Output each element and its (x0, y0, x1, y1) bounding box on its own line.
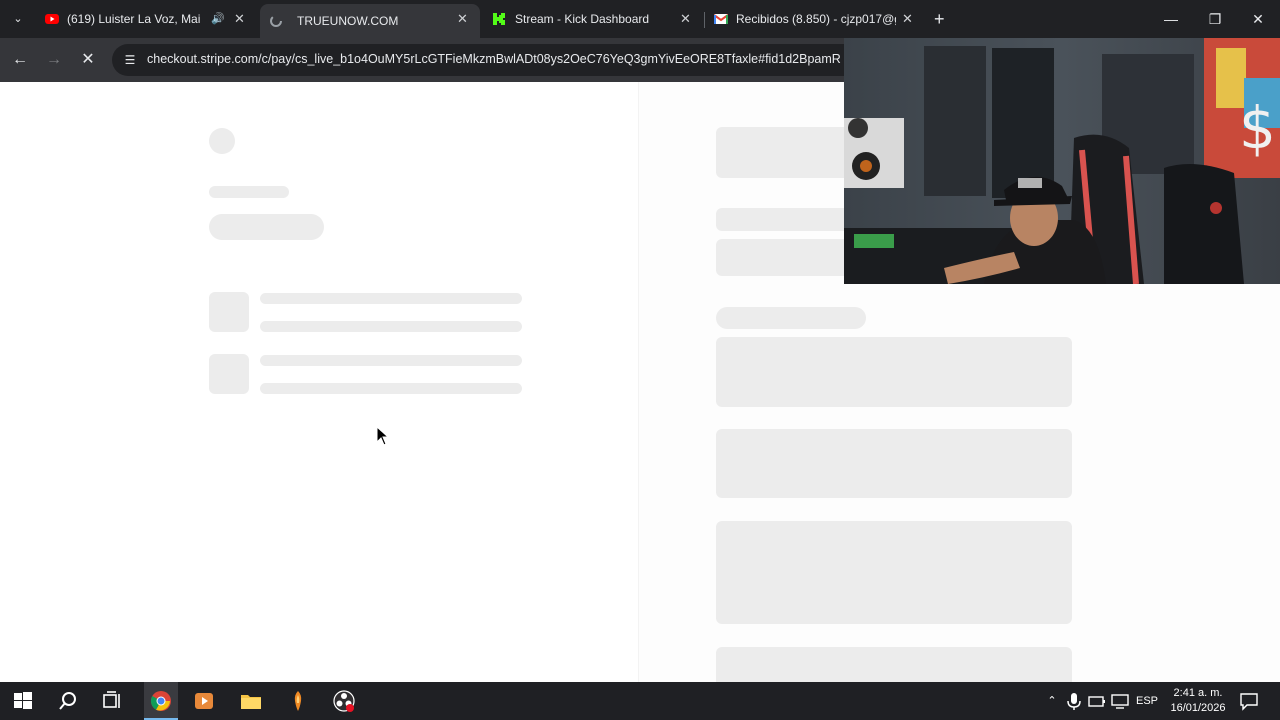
system-clock[interactable]: 2:41 a. m. 16/01/2026 (1166, 686, 1230, 716)
network-icon[interactable] (1110, 689, 1130, 713)
obs-icon[interactable] (332, 689, 356, 713)
youtube-icon (45, 14, 59, 24)
fl-studio-icon[interactable] (286, 689, 310, 713)
site-settings-icon[interactable]: ☰ (122, 52, 138, 68)
skeleton-price (209, 214, 324, 240)
tab-title: Stream - Kick Dashboard (515, 12, 650, 26)
skeleton-logo (209, 128, 235, 154)
tab-title: (619) Luister La Voz, Maikol (67, 12, 201, 26)
speaker-icon[interactable]: 🔊 (211, 12, 225, 25)
tab-title: Recibidos (8.850) - cjzp017@gm (736, 12, 896, 26)
battery-icon[interactable] (1087, 689, 1107, 713)
windows-taskbar: ⌃ ESP 2:41 a. m. 16/01/2026 (0, 682, 1280, 720)
browser-tab-strip: ⌄ (619) Luister La Voz, Maikol 🔊 ✕ TRUEU… (0, 0, 1280, 38)
chrome-icon (150, 691, 171, 711)
svg-text:$: $ (1239, 94, 1276, 162)
webcam-overlay: $ (844, 38, 1280, 284)
gmail-icon (714, 14, 728, 24)
address-bar[interactable]: ☰ checkout.stripe.com/c/pay/cs_live_b1o4… (112, 44, 872, 76)
minimize-icon[interactable]: — (1150, 0, 1192, 38)
close-tab-icon[interactable]: ✕ (234, 11, 245, 27)
skeleton-item-image (209, 354, 249, 394)
windows-start-icon[interactable] (11, 689, 35, 713)
skeleton-item-line (260, 355, 522, 366)
skeleton-section-label (716, 307, 866, 329)
skeleton-merchant-name (209, 186, 289, 198)
media-player-icon[interactable] (192, 689, 216, 713)
clock-date: 16/01/2026 (1170, 702, 1226, 714)
input-language[interactable]: ESP (1136, 682, 1158, 720)
microphone-icon[interactable] (1064, 689, 1084, 713)
close-tab-icon[interactable]: ✕ (457, 11, 468, 27)
new-tab-icon[interactable]: + (934, 9, 945, 29)
skeleton-item-line (260, 321, 522, 332)
tab-kick[interactable]: Stream - Kick Dashboard ✕ (484, 0, 702, 38)
clock-time: 2:41 a. m. (1173, 687, 1223, 699)
mouse-cursor-icon (376, 426, 390, 446)
stop-loading-icon[interactable]: ✕ (78, 50, 98, 70)
file-explorer-icon[interactable] (239, 689, 263, 713)
webcam-feed-image: $ (844, 38, 1280, 284)
url-text[interactable]: checkout.stripe.com/c/pay/cs_live_b1o4Ou… (147, 52, 847, 66)
tab-youtube[interactable]: (619) Luister La Voz, Maikol 🔊 ✕ (36, 0, 258, 38)
tab-trueunow[interactable]: TRUEUNOW.COM ✕ (260, 4, 480, 38)
skeleton-item-line (260, 383, 522, 394)
notification-center-icon[interactable] (1238, 689, 1260, 713)
show-hidden-icons-icon[interactable]: ⌃ (1044, 682, 1060, 720)
tab-search-chevron-icon[interactable]: ⌄ (8, 9, 28, 29)
search-icon[interactable] (56, 689, 80, 713)
skeleton-item-image (209, 292, 249, 332)
close-window-icon[interactable]: ✕ (1237, 0, 1279, 38)
close-tab-icon[interactable]: ✕ (680, 11, 691, 27)
task-view-icon[interactable] (100, 689, 124, 713)
tab-separator (704, 12, 705, 28)
tab-title: TRUEUNOW.COM (297, 14, 399, 28)
skeleton-pay-button (716, 647, 1072, 682)
chrome-taskbar-button[interactable] (144, 682, 178, 720)
loading-icon (270, 15, 282, 27)
forward-icon[interactable]: → (44, 50, 64, 70)
close-tab-icon[interactable]: ✕ (902, 11, 913, 27)
back-icon[interactable]: ← (10, 50, 30, 70)
skeleton-item-line (260, 293, 522, 304)
skeleton-card-field (716, 429, 1072, 498)
kick-icon (493, 13, 505, 25)
tab-gmail[interactable]: Recibidos (8.850) - cjzp017@gm ✕ (706, 0, 928, 38)
restore-icon[interactable]: ❐ (1194, 0, 1236, 38)
skeleton-card-field (716, 337, 1072, 407)
skeleton-billing-field (716, 521, 1072, 624)
